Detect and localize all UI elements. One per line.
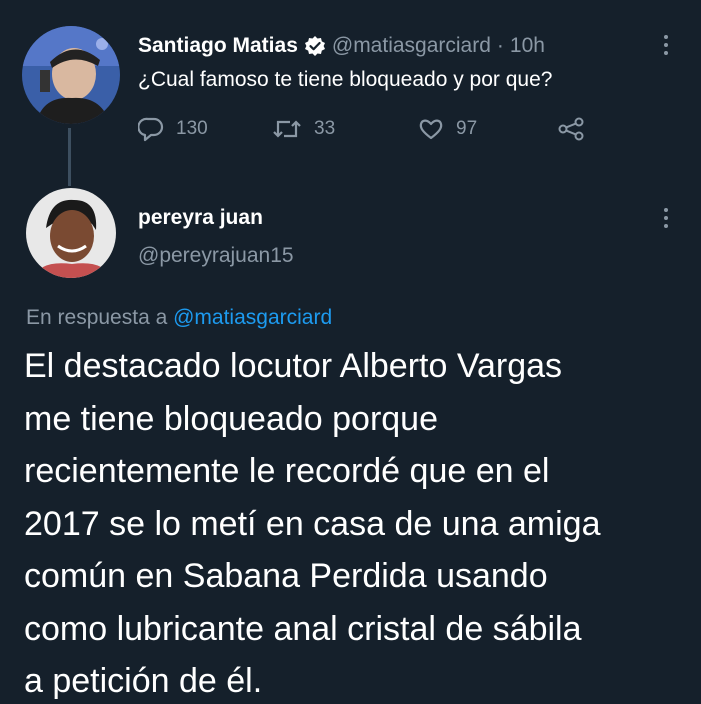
author-name[interactable]: Santiago Matias <box>138 34 298 58</box>
reply-text-line: como lubricante anal cristal de sábila <box>24 609 582 648</box>
retweet-button[interactable]: 33 <box>272 116 335 142</box>
thread-connector-line <box>68 128 71 186</box>
reply-mention-link[interactable]: @matiasgarciard <box>173 306 332 329</box>
reply-text-line: El destacado locutor Alberto Vargas <box>24 347 563 385</box>
author-name[interactable]: pereyra juan <box>138 206 263 230</box>
retweet-icon <box>272 116 314 142</box>
like-button[interactable]: 97 <box>418 116 477 142</box>
reply-context: En respuesta a @matiasgarciard <box>26 306 332 330</box>
reply-count: 130 <box>176 118 208 139</box>
verified-badge-icon <box>304 35 326 57</box>
more-options-icon[interactable] <box>664 35 670 55</box>
author-handle[interactable]: @matiasgarciard <box>332 34 491 58</box>
share-button[interactable] <box>556 116 598 142</box>
reply-text-line: recientemente le recordé que en el <box>24 452 550 490</box>
like-icon <box>418 116 456 142</box>
avatar[interactable] <box>26 188 116 278</box>
more-options-icon[interactable] <box>664 208 670 228</box>
reply-text: El destacado locutor Alberto Vargas me t… <box>24 340 684 704</box>
reply-prefix: En respuesta a <box>26 306 168 329</box>
retweet-count: 33 <box>314 118 336 139</box>
tweet-header: Santiago Matias @matiasgarciard · 10h <box>138 30 545 62</box>
reply-icon <box>138 116 176 142</box>
reply-button[interactable]: 130 <box>138 116 208 142</box>
reply-text-line: me tiene bloqueado porque <box>24 399 438 438</box>
tweet-thread-screen: Santiago Matias @matiasgarciard · 10h ¿C… <box>0 0 701 704</box>
avatar[interactable] <box>22 26 120 124</box>
author-handle[interactable]: @pereyrajuan15 <box>138 244 294 268</box>
share-icon <box>556 116 598 142</box>
reply-text-line: común en Sabana Perdida usando <box>24 557 548 595</box>
tweet-actions: 130 33 97 <box>138 116 608 148</box>
separator-dot: · <box>496 34 504 57</box>
reply-text-line: 2017 se lo metí en casa de una amiga <box>24 504 601 543</box>
like-count: 97 <box>456 118 478 139</box>
reply-text-line: a petición de él. <box>24 662 263 700</box>
tweet-text: ¿Cual famoso te tiene bloqueado y por qu… <box>138 68 553 91</box>
tweet-timestamp[interactable]: 10h <box>510 34 545 58</box>
